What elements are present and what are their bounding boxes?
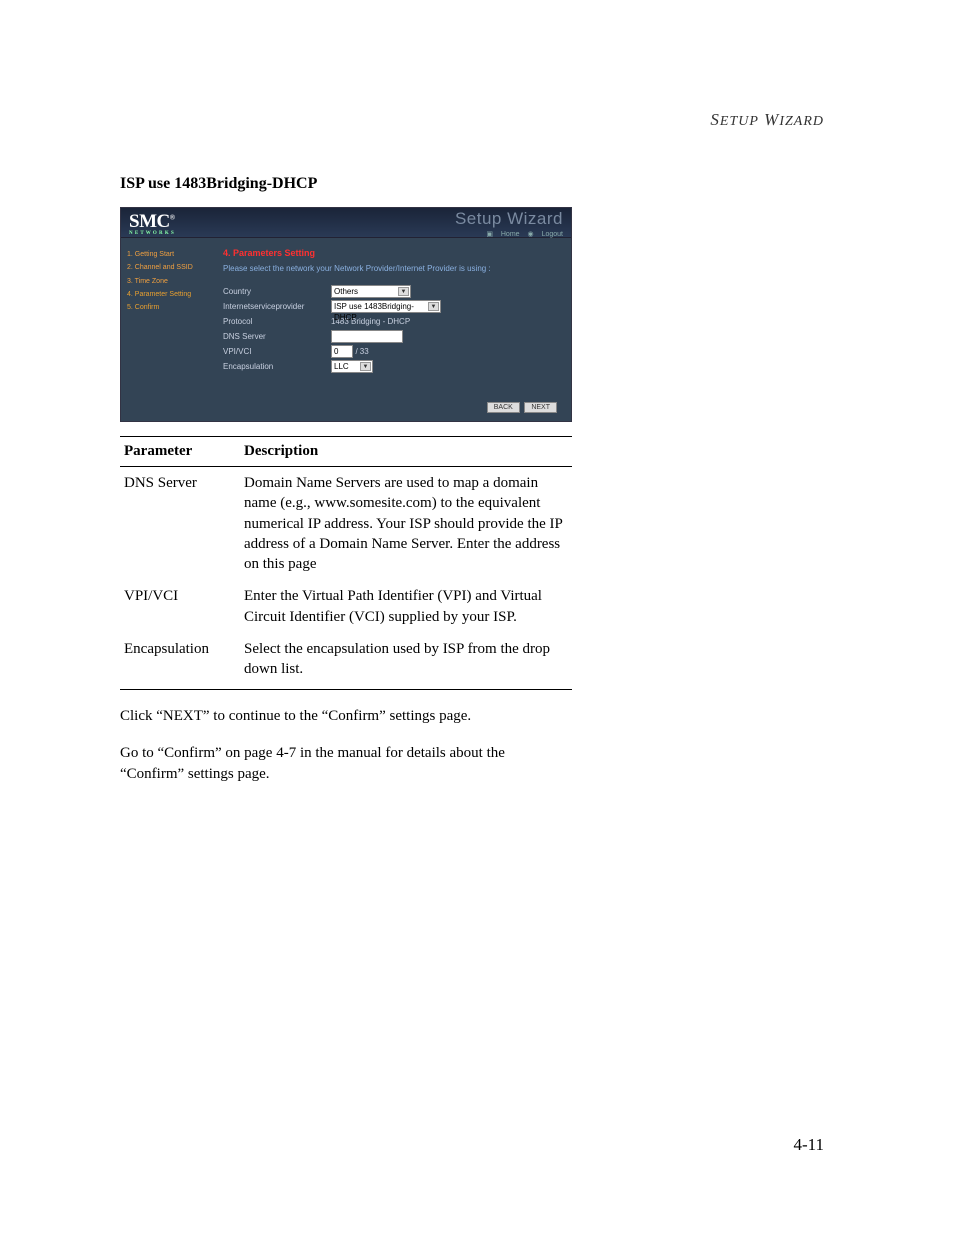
body-text-2: Go to “Confirm” on page 4-7 in the manua… [120, 743, 572, 785]
back-button[interactable]: BACK [487, 402, 520, 413]
logout-link[interactable]: ◉ Logout [528, 231, 563, 238]
wizard-main: 4. Parameters Setting Please select the … [217, 238, 571, 421]
chevron-down-icon: ▼ [428, 302, 439, 311]
table-row: VPI/VCI Enter the Virtual Path Identifie… [120, 580, 572, 633]
router-screenshot: SMC® N E T W O R K S Setup Wizard ▣ Home… [120, 207, 572, 422]
parameter-table: Parameter Description DNS Server Domain … [120, 436, 572, 690]
body-text-1: Click “NEXT” to continue to the “Confirm… [120, 706, 572, 727]
vci-value: 33 [358, 346, 380, 359]
wizard-sidebar: 1. Getting Start 2. Channel and SSID 3. … [121, 238, 217, 421]
desc-vpivci: Enter the Virtual Path Identifier (VPI) … [240, 580, 572, 633]
desc-encap: Select the encapsulation used by ISP fro… [240, 633, 572, 690]
table-row: DNS Server Domain Name Servers are used … [120, 467, 572, 581]
header-links: ▣ Home ◉ Logout [455, 230, 563, 238]
page-number: 4-11 [793, 1135, 824, 1155]
screenshot-header: SMC® N E T W O R K S Setup Wizard ▣ Home… [121, 208, 571, 238]
param-encap: Encapsulation [120, 633, 240, 690]
sidebar-item-channel-ssid[interactable]: 2. Channel and SSID [127, 261, 213, 274]
country-label: Country [223, 287, 331, 296]
encap-label: Encapsulation [223, 362, 331, 371]
setup-wizard-title: Setup Wizard [455, 209, 563, 229]
param-dns: DNS Server [120, 467, 240, 581]
running-header: SETUP WIZARD [710, 110, 824, 130]
home-link[interactable]: ▣ Home [486, 231, 519, 238]
country-select[interactable]: Others ▼ [331, 285, 411, 298]
sidebar-item-time-zone[interactable]: 3. Time Zone [127, 275, 213, 288]
sidebar-item-getting-start[interactable]: 1. Getting Start [127, 248, 213, 261]
isp-select[interactable]: ISP use 1483Bridging-DHCP ▼ [331, 300, 441, 313]
isp-label: Internetserviceprovider [223, 302, 331, 311]
wizard-instruction: Please select the network your Network P… [223, 264, 561, 273]
encap-select[interactable]: LLC ▼ [331, 360, 373, 373]
chevron-down-icon: ▼ [360, 362, 371, 371]
section-title: ISP use 1483Bridging-DHCP [120, 175, 834, 193]
wizard-step-title: 4. Parameters Setting [223, 248, 561, 258]
chevron-down-icon: ▼ [398, 287, 409, 296]
vpivci-label: VPI/VCI [223, 347, 331, 356]
smc-logo: SMC® N E T W O R K S [129, 211, 174, 236]
vpi-input[interactable]: 0 [331, 345, 353, 358]
sidebar-item-confirm[interactable]: 5. Confirm [127, 301, 213, 314]
protocol-label: Protocol [223, 317, 331, 326]
dns-input[interactable] [331, 330, 403, 343]
param-vpivci: VPI/VCI [120, 580, 240, 633]
next-button[interactable]: NEXT [524, 402, 557, 413]
table-row: Encapsulation Select the encapsulation u… [120, 633, 572, 690]
table-header-description: Description [240, 437, 572, 467]
sidebar-item-parameter-setting[interactable]: 4. Parameter Setting [127, 288, 213, 301]
table-header-parameter: Parameter [120, 437, 240, 467]
desc-dns: Domain Name Servers are used to map a do… [240, 467, 572, 581]
dns-label: DNS Server [223, 332, 331, 341]
